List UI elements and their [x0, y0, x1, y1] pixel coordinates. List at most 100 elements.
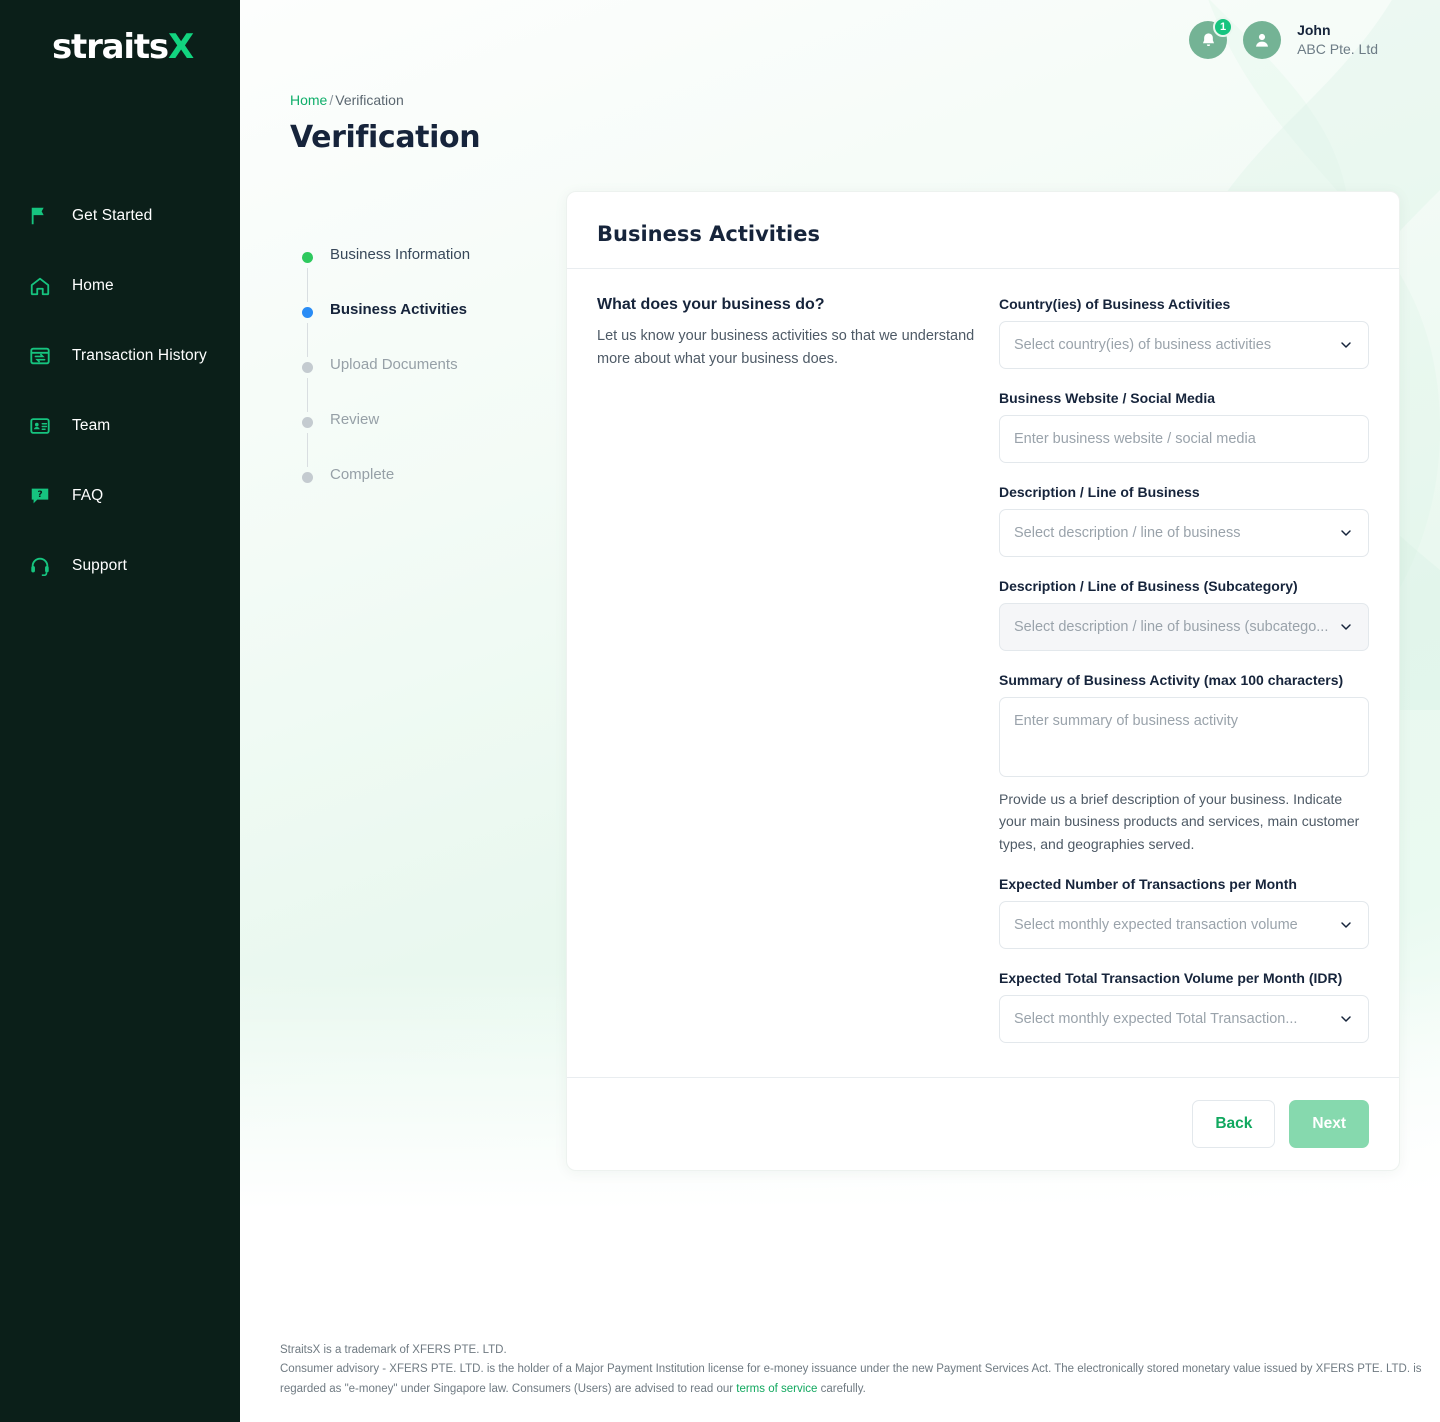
business-activities-card: Business Activities What does your busin…	[566, 191, 1400, 1172]
sidebar-item-label: FAQ	[72, 487, 104, 504]
step-connector-line	[306, 433, 308, 467]
team-card-icon	[28, 414, 52, 438]
back-button[interactable]: Back	[1192, 1100, 1276, 1149]
stepper-item-label: Review	[330, 411, 380, 428]
step-dot-current	[301, 307, 313, 318]
field-label: Business Website / Social Media	[999, 390, 1216, 406]
expected-transactions-select[interactable]: Select monthly expected transaction volu…	[999, 901, 1369, 950]
description-line-of-business-select[interactable]: Select description / line of business	[999, 509, 1369, 557]
stepper-marker-col	[300, 247, 314, 302]
stepper-item-complete[interactable]: Complete	[300, 467, 566, 483]
sidebar-nav: Get Started Home Transaction History Tea…	[0, 181, 240, 601]
sidebar-item-home[interactable]: Home	[0, 251, 240, 321]
verification-layout: Business Information Business Activities	[290, 191, 1400, 1172]
logo-text: straits	[52, 27, 169, 67]
user-name: John	[1297, 22, 1331, 39]
page-content: Home / Verification Verification Business …	[240, 92, 1440, 1172]
faq-icon: ?	[28, 484, 52, 508]
app-root: straitsX Get Started Home Transaction Hi…	[0, 0, 1440, 1422]
stepper-marker-col	[300, 467, 314, 483]
expected-total-volume-select[interactable]: Select monthly expected Total Transactio…	[999, 995, 1369, 1044]
sidebar-item-label: Get Started	[72, 207, 153, 224]
stepper-marker-col	[300, 357, 314, 412]
field-description-line-of-business: Description / Line of Business Select de…	[999, 484, 1369, 557]
user-menu[interactable]: John ABC Pte. Ltd	[1297, 21, 1378, 59]
step-dot-pending	[301, 472, 313, 483]
chevron-down-icon	[1338, 619, 1354, 635]
sidebar-item-support[interactable]: Support	[0, 531, 240, 601]
sidebar-item-label: Team	[72, 417, 111, 434]
transaction-history-icon	[28, 344, 52, 368]
select-placeholder: Select description / line of business	[1014, 525, 1241, 541]
card-body: What does your business do? Let us know …	[567, 269, 1399, 1077]
stepper-item-label: Business Information	[330, 246, 471, 263]
step-connector-line	[306, 323, 308, 357]
sidebar-item-get-started[interactable]: Get Started	[0, 181, 240, 251]
stepper-marker-col	[300, 412, 314, 467]
stepper-item-label: Business Activities	[330, 301, 467, 318]
intro-heading: What does your business do?	[597, 296, 825, 313]
step-connector-line	[306, 378, 308, 412]
breadcrumb-home-link[interactable]: Home	[290, 92, 327, 108]
logo-accent-x: X	[167, 27, 194, 67]
field-label: Country(ies) of Business Activities	[999, 296, 1231, 312]
sidebar-item-label: Home	[72, 277, 114, 294]
step-dot-pending	[301, 362, 313, 373]
notifications-button[interactable]: 1	[1189, 17, 1234, 59]
user-organization: ABC Pte. Ltd	[1297, 41, 1378, 57]
description-subcategory-select[interactable]: Select description / line of business (s…	[999, 603, 1369, 651]
field-business-website-social-media: Business Website / Social Media Enter bu…	[999, 390, 1369, 463]
select-placeholder: Select monthly expected transaction volu…	[1014, 917, 1298, 934]
stepper-item-business-information[interactable]: Business Information	[300, 247, 566, 302]
footer-advisory-text-2: carefully.	[817, 1383, 866, 1396]
stepper-item-business-activities[interactable]: Business Activities	[300, 302, 566, 357]
field-label: Expected Number of Transactions per Mont…	[999, 876, 1297, 893]
sidebar-item-team[interactable]: Team	[0, 391, 240, 461]
business-website-input[interactable]: Enter business website / social media	[999, 415, 1369, 463]
step-connector-line	[306, 268, 308, 302]
breadcrumb-current: Verification	[335, 92, 404, 108]
field-expected-number-of-transactions: Expected Number of Transactions per Mont…	[999, 876, 1369, 950]
brand-logo[interactable]: straitsX	[0, 0, 240, 86]
page-title: Verification	[290, 120, 481, 155]
avatar[interactable]	[1243, 21, 1282, 59]
headset-icon	[28, 554, 52, 578]
input-placeholder: Enter business website / social media	[1014, 431, 1256, 447]
summary-hint: Provide us a brief description of your b…	[999, 791, 1360, 852]
select-placeholder: Select country(ies) of business activiti…	[1014, 337, 1272, 353]
breadcrumb: Home / Verification	[290, 92, 1400, 108]
terms-of-service-link[interactable]: terms of service	[736, 1383, 817, 1395]
home-icon	[28, 274, 52, 298]
field-label: Summary of Business Activity (max 100 ch…	[999, 672, 1344, 688]
sidebar-item-transaction-history[interactable]: Transaction History	[0, 321, 240, 391]
stepper-marker-col	[300, 302, 314, 357]
summary-textarea[interactable]: Enter summary of business activity	[999, 697, 1369, 777]
top-header: 1 John ABC Pte. Ltd	[1189, 0, 1440, 80]
verification-stepper: Business Information Business Activities	[290, 217, 566, 483]
chevron-down-icon	[1338, 337, 1354, 353]
textarea-placeholder: Enter summary of business activity	[1014, 713, 1239, 729]
footer-trademark-line: StraitsX is a trademark of XFERS PTE. LT…	[280, 1343, 507, 1356]
main-area: 1 John ABC Pte. Ltd Home / Verification Ve…	[240, 0, 1440, 1422]
field-label: Description / Line of Business (Subcateg…	[999, 578, 1298, 594]
card-title: Business Activities	[567, 192, 1399, 269]
stepper-item-label: Complete	[330, 466, 395, 483]
select-placeholder: Select description / line of business (s…	[1014, 619, 1329, 635]
chevron-down-icon	[1338, 1011, 1354, 1027]
intro-description: Let us know your business activities so …	[597, 328, 975, 368]
stepper-item-review[interactable]: Review	[300, 412, 566, 467]
card-footer: Back Next	[567, 1077, 1399, 1170]
step-dot-done	[301, 252, 313, 263]
sidebar-item-label: Transaction History	[72, 347, 207, 364]
field-description-line-of-business-subcategory: Description / Line of Business (Subcateg…	[999, 578, 1369, 651]
stepper-item-upload-documents[interactable]: Upload Documents	[300, 357, 566, 412]
next-button[interactable]: Next	[1289, 1100, 1369, 1149]
field-label: Description / Line of Business	[999, 484, 1200, 500]
sidebar-item-faq[interactable]: ? FAQ	[0, 461, 240, 531]
card-form-column: Country(ies) of Business Activities Sele…	[999, 296, 1369, 1044]
flag-icon	[28, 204, 52, 228]
notification-badge: 1	[1212, 17, 1234, 37]
step-dot-pending	[301, 417, 313, 428]
footer-advisory-line: Consumer advisory - XFERS PTE. LTD. is t…	[280, 1360, 1440, 1400]
country-select[interactable]: Select country(ies) of business activiti…	[999, 321, 1369, 369]
